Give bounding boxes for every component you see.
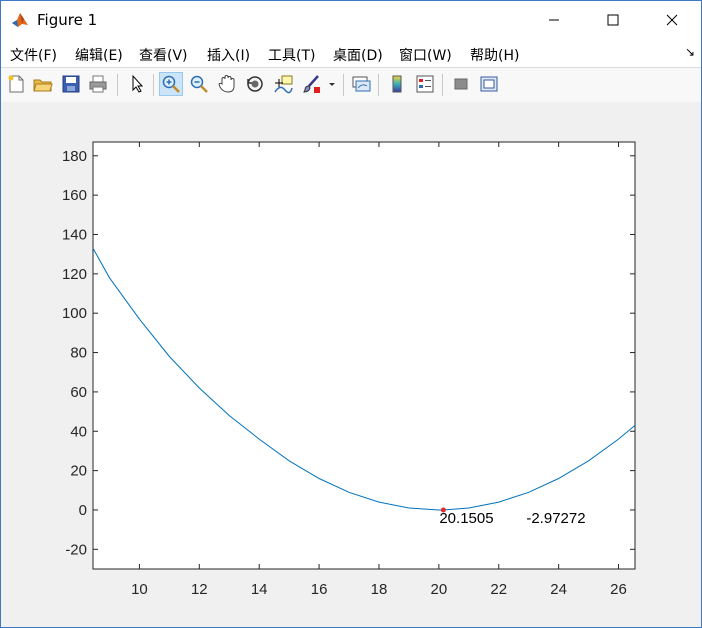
menu-desktop[interactable]: 桌面(D) — [333, 45, 383, 65]
pointer-button[interactable] — [125, 72, 149, 96]
rotate-button[interactable] — [243, 72, 267, 96]
datatip-x-value: 20.1505 — [439, 510, 493, 527]
brush-icon — [303, 75, 320, 93]
menu-view[interactable]: 查看(V) — [139, 45, 188, 65]
new-figure-icon — [8, 75, 24, 93]
rotate-3d-icon — [247, 76, 263, 92]
print-button[interactable] — [86, 72, 110, 96]
maximize-icon — [607, 14, 619, 26]
close-icon — [666, 14, 678, 26]
x-tick-label: 22 — [490, 581, 507, 598]
toolbar-separator — [117, 74, 118, 96]
minimize-button[interactable] — [531, 1, 577, 39]
y-tick-label: 60 — [70, 384, 87, 401]
y-tick-label: 120 — [62, 266, 87, 283]
x-tick-label: 24 — [550, 581, 567, 598]
menu-insert[interactable]: 插入(I) — [207, 45, 250, 65]
new-figure-button[interactable] — [4, 72, 28, 96]
pan-hand-icon — [218, 74, 235, 93]
menu-file[interactable]: 文件(F) — [10, 45, 57, 65]
brush-dropdown-icon — [329, 83, 335, 86]
x-tick-label: 16 — [311, 581, 328, 598]
print-icon — [89, 75, 107, 93]
toolbar-separator — [442, 74, 443, 96]
figure-window: Figure 1 文件(F) 编辑(E) 查看(V) 插入(I) 工具(T) 桌… — [0, 0, 702, 628]
zoom-in-icon — [162, 75, 180, 93]
zoom-out-button[interactable] — [187, 72, 211, 96]
legend-icon — [416, 75, 434, 93]
y-tick-label: 180 — [62, 148, 87, 165]
link-plot-icon — [352, 76, 371, 92]
matlab-logo-icon — [11, 11, 29, 29]
menu-edit[interactable]: 编辑(E) — [75, 45, 123, 65]
x-tick-label: 14 — [251, 581, 268, 598]
data-cursor-icon — [274, 75, 293, 94]
brush-button[interactable] — [299, 72, 323, 96]
figure-canvas[interactable]: -20 0 20 40 60 80 100 120 140 160 180 10 12 14 16 18 20… — [1, 102, 701, 627]
save-button[interactable] — [59, 72, 83, 96]
y-tick-label: 140 — [62, 226, 87, 243]
x-tick-label: 12 — [191, 581, 208, 598]
menu-window[interactable]: 窗口(W) — [399, 45, 452, 65]
window-title: Figure 1 — [37, 11, 98, 29]
link-plot-button[interactable] — [349, 72, 373, 96]
y-tick-label: 80 — [70, 345, 87, 362]
x-tick-label: 10 — [131, 581, 148, 598]
menu-overflow-icon[interactable]: ↘ — [685, 45, 695, 59]
show-plot-tools-button[interactable] — [477, 72, 501, 96]
menu-tools[interactable]: 工具(T) — [268, 45, 315, 65]
save-icon — [62, 75, 80, 93]
toolbar-separator — [378, 74, 379, 96]
colorbar-icon — [392, 75, 402, 93]
maximize-button[interactable] — [590, 1, 636, 39]
title-bar[interactable]: Figure 1 — [1, 1, 701, 39]
y-tick-label: -20 — [65, 541, 87, 558]
figure-toolbar — [1, 67, 701, 103]
zoom-in-button[interactable] — [159, 72, 183, 96]
y-tick-label: 160 — [62, 187, 87, 204]
minimize-icon — [549, 19, 559, 21]
hide-plot-tools-button[interactable] — [449, 72, 473, 96]
close-button[interactable] — [649, 1, 695, 39]
show-plot-tools-icon — [480, 76, 498, 92]
toolbar-separator — [153, 74, 154, 96]
plot-svg[interactable]: -20 0 20 40 60 80 100 120 140 160 180 10 12 14 16 18 20… — [1, 102, 701, 627]
axes-box[interactable] — [92, 141, 636, 570]
data-cursor-button[interactable] — [271, 72, 295, 96]
toolbar-separator — [343, 74, 344, 96]
legend-button[interactable] — [413, 72, 437, 96]
zoom-out-icon — [190, 75, 208, 93]
menu-bar: 文件(F) 编辑(E) 查看(V) 插入(I) 工具(T) 桌面(D) 窗口(W… — [1, 39, 701, 67]
y-tick-label: 0 — [79, 502, 87, 519]
pan-button[interactable] — [215, 72, 239, 96]
menu-help[interactable]: 帮助(H) — [470, 45, 519, 65]
y-tick-label: 100 — [62, 305, 87, 322]
x-tick-label: 26 — [610, 581, 627, 598]
y-tick-label: 20 — [70, 463, 87, 480]
open-folder-icon — [33, 79, 53, 92]
x-tick-label: 20 — [431, 581, 448, 598]
hide-plot-tools-icon — [454, 78, 468, 90]
datatip-y-value: -2.97272 — [526, 510, 585, 527]
brush-dropdown[interactable] — [325, 72, 339, 96]
colorbar-button[interactable] — [385, 72, 409, 96]
y-tick-label: 40 — [70, 423, 87, 440]
pointer-icon — [132, 74, 144, 93]
x-tick-label: 18 — [371, 581, 388, 598]
open-button[interactable] — [31, 72, 55, 96]
